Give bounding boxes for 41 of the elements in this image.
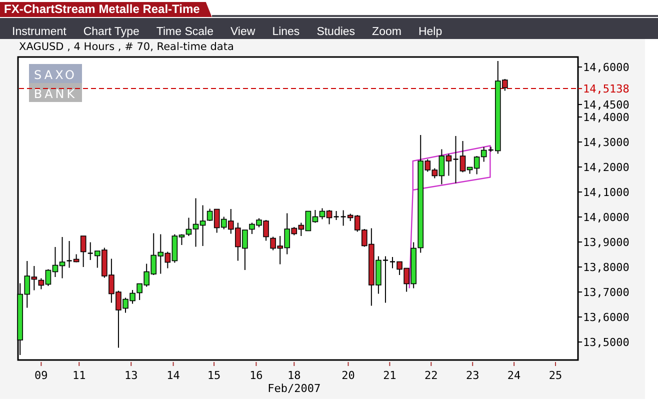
y-axis-label: 14,4500 xyxy=(583,98,630,112)
x-axis-label: 11 xyxy=(72,369,86,382)
current-price-label: 14,5138 xyxy=(583,82,630,96)
y-axis-label: 13,8000 xyxy=(583,261,630,274)
x-axis-label: 20 xyxy=(342,369,355,382)
menu-item[interactable]: Lines xyxy=(272,25,300,39)
menu-item[interactable]: Instrument xyxy=(12,25,66,39)
chart-info: XAGUSD , 4 Hours , # 70, Real-time data xyxy=(18,40,234,54)
menu-item[interactable]: Time Scale xyxy=(156,25,214,39)
menu-item[interactable]: Help xyxy=(418,25,442,39)
y-axis-label: 14,1000 xyxy=(583,186,630,199)
menu-item[interactable]: Studies xyxy=(316,25,356,39)
menu-item[interactable]: Chart Type xyxy=(83,25,140,39)
window-title: FX-ChartStream Metalle Real-Time xyxy=(0,2,212,17)
logo-text: SAXO xyxy=(34,68,77,82)
menu-item[interactable]: View xyxy=(230,25,256,39)
x-axis-title: Feb/2007 xyxy=(268,382,321,395)
x-axis-label: 21 xyxy=(383,369,396,382)
x-axis-label: 18 xyxy=(288,369,301,382)
y-axis-label: 13,5000 xyxy=(583,336,630,349)
x-axis-label: 24 xyxy=(507,369,521,382)
x-axis-label: 13 xyxy=(124,369,138,382)
x-axis-label: 16 xyxy=(250,369,263,382)
y-axis-label: 14,3000 xyxy=(583,136,630,149)
x-axis-label: 23 xyxy=(466,369,480,382)
logo-text: BANK xyxy=(34,87,78,101)
logo xyxy=(29,64,82,102)
x-axis-label: 14 xyxy=(166,369,180,382)
y-axis-label: 14,4000 xyxy=(583,111,630,124)
y-axis-label: 14,0000 xyxy=(583,211,630,224)
candlestick xyxy=(390,256,395,269)
x-axis-label: 25 xyxy=(548,369,562,382)
x-axis-label: 22 xyxy=(424,369,438,382)
y-axis-label: 13,9000 xyxy=(583,236,630,249)
y-axis-label: 14,2000 xyxy=(583,161,630,174)
x-axis-label: 09 xyxy=(34,369,48,382)
y-axis-label: 13,6000 xyxy=(583,311,630,324)
menu-item[interactable]: Zoom xyxy=(372,25,402,39)
y-axis-label: 14,6000 xyxy=(583,61,630,74)
y-axis-label: 13,7000 xyxy=(583,286,630,299)
x-axis-label: 15 xyxy=(207,369,221,382)
